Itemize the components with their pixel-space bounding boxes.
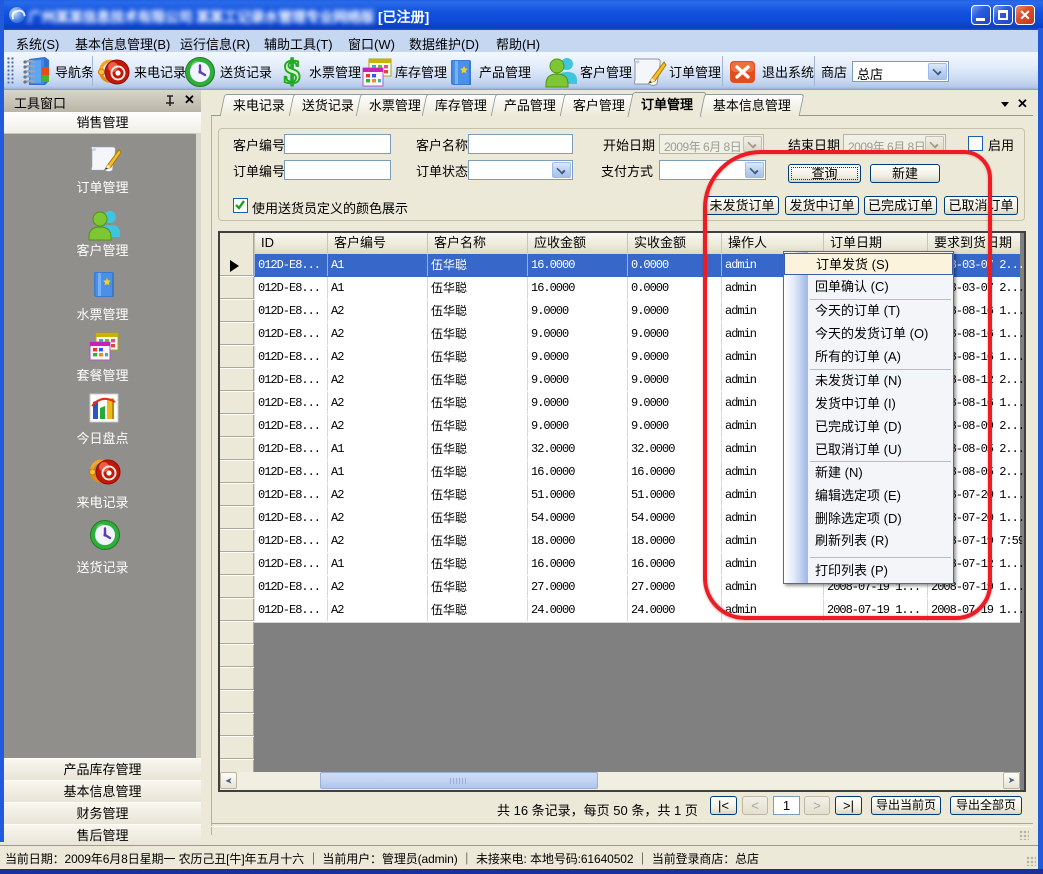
svg-text:$: $: [284, 55, 301, 89]
